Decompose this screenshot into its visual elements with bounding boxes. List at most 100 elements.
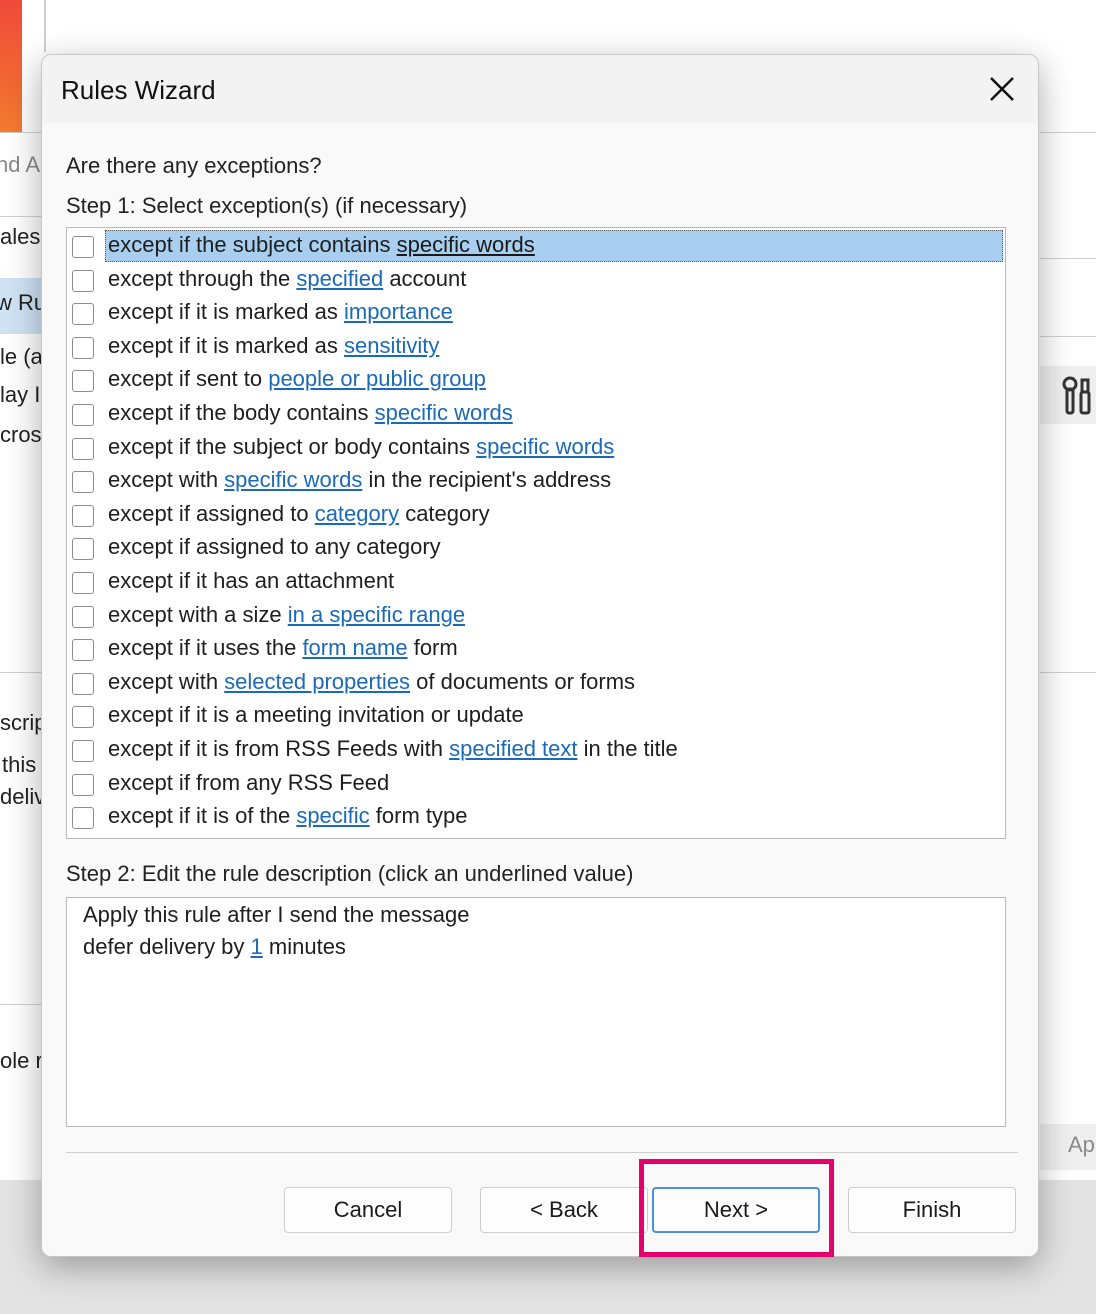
bg-text-fragment: this [2,752,37,777]
exception-row[interactable]: except if it is of the specific form typ… [67,799,1005,833]
exception-label: except if it is marked as sensitivity [108,332,439,360]
close-icon[interactable] [980,67,1024,111]
exception-label: except through the specified account [108,265,466,293]
exception-checkbox[interactable] [72,706,94,729]
exception-label: except with specific words in the recipi… [108,466,611,494]
exception-label: except if the subject contains specific … [108,231,535,259]
bg-text-fragment: ales [0,224,41,249]
exception-checkbox[interactable] [72,639,94,662]
exception-label: except if it is marked as importance [108,298,453,326]
exception-checkbox[interactable] [72,370,94,393]
exception-value-link[interactable]: selected properties [224,669,410,694]
exception-row[interactable]: except if assigned to any category [67,530,1005,564]
exception-checkbox[interactable] [72,605,94,628]
exception-text: except if it is of the [108,803,297,829]
exception-checkbox[interactable] [72,336,94,359]
exception-checkbox[interactable] [72,236,94,258]
exception-text: except if it is marked as [108,332,344,358]
exception-value-link[interactable]: specified text [449,736,577,761]
exception-value-link[interactable]: in a specific range [288,602,465,627]
exception-row[interactable]: except if it has an attachment [67,564,1005,598]
exception-row[interactable]: except if from any RSS Feed [67,766,1005,800]
exception-row[interactable]: except if the subject or body contains s… [67,430,1005,464]
exception-checkbox[interactable] [72,303,94,326]
exception-text: except if sent to [108,366,269,392]
bg-text-fragment: lay I [0,382,41,407]
exceptions-question: Are there any exceptions? [66,153,322,178]
exception-checkbox[interactable] [72,773,94,796]
divider [1040,336,1096,337]
exception-row[interactable]: except with a size in a specific range [67,598,1005,632]
exception-row[interactable]: except with selected properties of docum… [67,665,1005,699]
cancel-button[interactable]: Cancel [284,1187,452,1233]
tools-icon [1062,376,1091,415]
exception-value-link[interactable]: form name [302,635,407,660]
exception-text: form type [369,803,468,829]
exception-text: except if from any RSS Feed [108,769,390,795]
exception-text: except with a size [108,601,288,627]
dialog-title: Rules Wizard [61,75,216,105]
exception-value-link[interactable]: specific words [476,434,614,459]
rules-wizard-dialog: Rules Wizard Are there any exceptions? S… [41,54,1039,1257]
exception-checkbox[interactable] [72,807,94,830]
exception-checkbox[interactable] [72,572,94,594]
exception-value-link[interactable]: specific words [375,400,513,425]
exception-row[interactable]: except if it is from RSS Feeds with spec… [67,732,1005,766]
exception-text: except if the subject or body contains [108,433,477,459]
exception-row[interactable]: except if sent to people or public group [67,362,1005,396]
bg-text-fragment: w Ru [0,290,47,315]
exception-checkbox[interactable] [72,437,94,460]
bg-text-fragment: nd A [0,152,41,177]
exception-checkbox[interactable] [72,672,94,695]
back-button[interactable]: < Back [480,1187,648,1233]
bg-apply-button-label: Ap [1068,1132,1095,1157]
step2-label: Step 2: Edit the rule description (click… [66,861,634,886]
description-text: minutes [262,934,346,959]
exceptions-list[interactable]: except if the subject contains specific … [66,227,1006,839]
exception-value-link[interactable]: importance [344,299,453,324]
exception-row[interactable]: except if the subject contains specific … [67,228,1005,262]
exception-checkbox[interactable] [72,504,94,527]
bg-text-fragment: deliv [0,784,46,809]
exception-value-link[interactable]: sensitivity [344,333,439,358]
exception-checkbox[interactable] [72,740,94,762]
exception-text: of documents or forms [410,668,636,694]
exception-text: except if it has an attachment [108,568,395,593]
exception-text: except if it uses the [108,635,303,661]
next-button[interactable]: Next > [652,1187,820,1233]
exception-checkbox[interactable] [72,269,94,292]
rule-description-box: Apply this rule after I send the message… [66,897,1006,1127]
exception-value-link[interactable]: category [315,501,399,526]
divider [1040,672,1096,673]
exception-text: except with [108,668,225,694]
exception-value-link[interactable]: specific [296,803,369,828]
exception-row[interactable]: except if the body contains specific wor… [67,396,1005,430]
divider [66,1152,1018,1153]
exception-value-link[interactable]: specified [296,266,383,291]
finish-button[interactable]: Finish [848,1187,1016,1233]
exception-value-link[interactable]: specific words [397,232,535,257]
exception-value-link[interactable]: people or public group [268,366,486,391]
step1-label: Step 1: Select exception(s) (if necessar… [66,193,468,218]
exception-row[interactable]: except if it uses the form name form [67,631,1005,665]
exception-text: in the recipient's address [362,467,612,493]
defer-minutes-link[interactable]: 1 [251,934,263,959]
exception-checkbox[interactable] [72,471,94,494]
exception-label: except if it uses the form name form [108,634,458,662]
exception-row[interactable]: except through the specified account [67,262,1005,296]
exception-row[interactable]: except if assigned to category category [67,497,1005,531]
exception-row[interactable]: except if it is marked as sensitivity [67,329,1005,363]
exception-checkbox[interactable] [72,538,94,561]
exception-row[interactable]: except if it is a meeting invitation or … [67,698,1005,732]
exception-row[interactable]: except with specific words in the recipi… [67,463,1005,497]
exception-label: except if it is a meeting invitation or … [108,701,524,729]
title-bar: Rules Wizard [42,55,1038,123]
bg-text-fragment: cros [0,422,42,447]
exception-label: except with selected properties of docum… [108,668,635,696]
exception-label: except if the body contains specific wor… [108,399,513,427]
exception-row[interactable]: except if it is marked as importance [67,295,1005,329]
exception-checkbox[interactable] [72,404,94,426]
exception-value-link[interactable]: specific words [224,467,362,492]
divider [44,0,46,52]
exception-text: category [399,500,490,526]
